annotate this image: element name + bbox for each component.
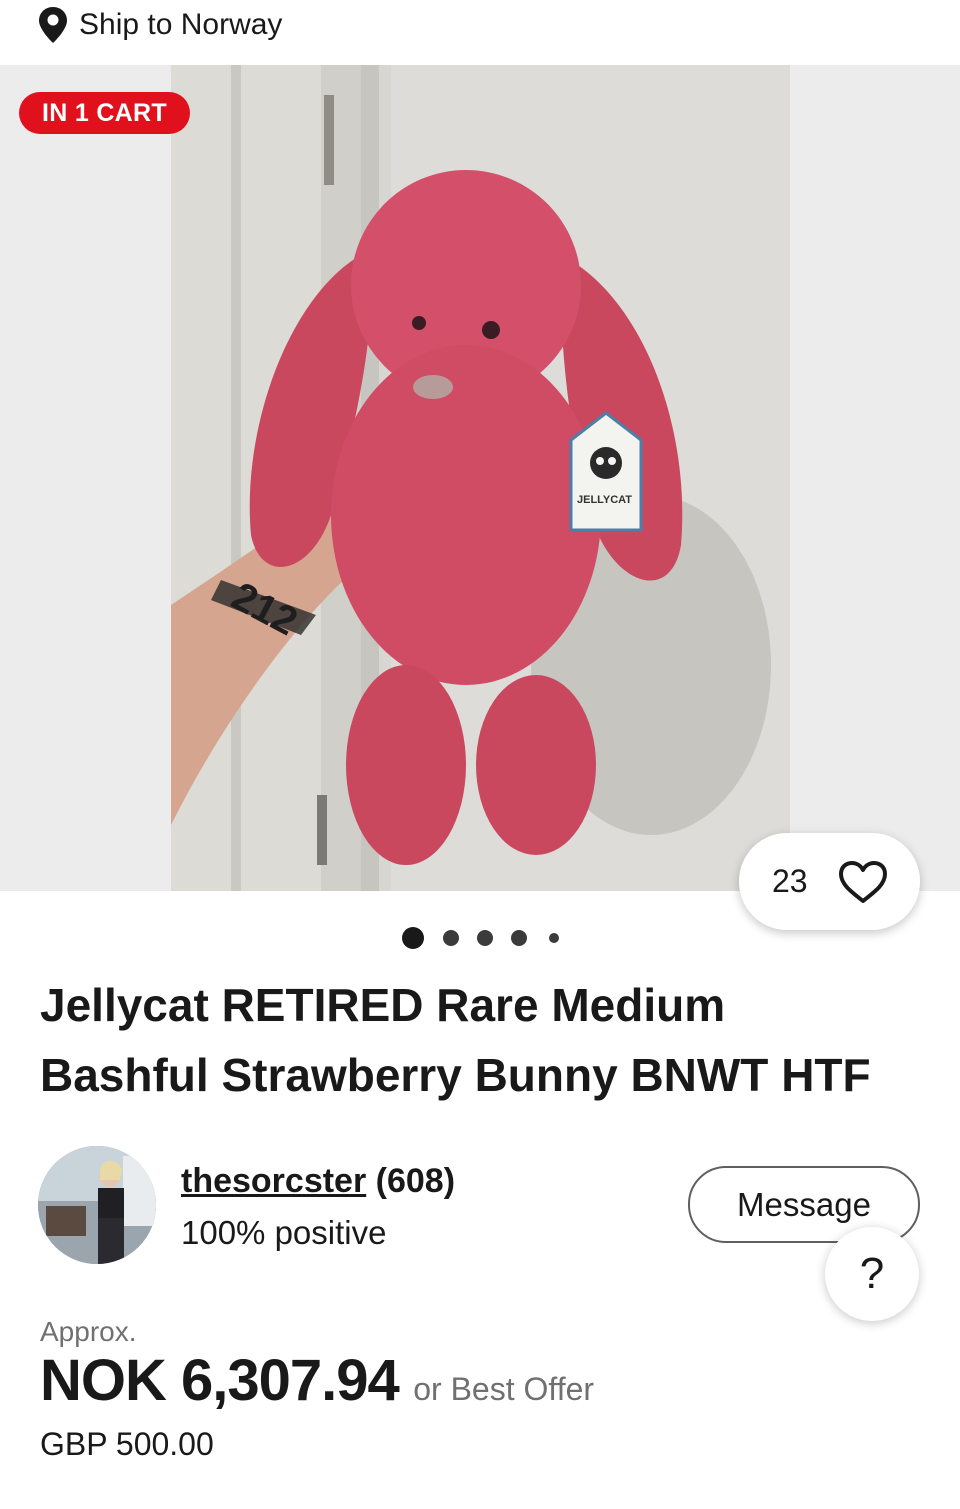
seller-feedback-count: (608) xyxy=(375,1162,456,1200)
watch-count: 23 xyxy=(772,863,808,899)
image-gallery[interactable]: 212 JELLYCAT xyxy=(0,65,960,891)
pagination-dot[interactable] xyxy=(443,930,459,946)
heart-icon xyxy=(839,861,887,903)
best-offer-label: or Best Offer xyxy=(413,1371,595,1407)
original-price: GBP 500.00 xyxy=(40,1426,214,1462)
in-cart-badge: IN 1 CART xyxy=(19,92,190,134)
pagination-dot[interactable] xyxy=(477,930,493,946)
product-photo[interactable]: 212 JELLYCAT xyxy=(171,65,790,891)
title-line-2: Bashful Strawberry Bunny BNWT HTF xyxy=(40,1049,871,1101)
help-button[interactable]: ? xyxy=(825,1227,919,1321)
watch-button[interactable]: 23 xyxy=(739,833,920,930)
pagination-dot[interactable] xyxy=(549,933,559,943)
title-line-1: Jellycat RETIRED Rare Medium xyxy=(40,979,726,1031)
seller-avatar[interactable] xyxy=(38,1146,156,1264)
bunny-photo-illustration: 212 JELLYCAT xyxy=(171,65,790,891)
tag-text: JELLYCAT xyxy=(577,494,632,506)
ship-to-bar[interactable]: Ship to Norway xyxy=(0,0,960,64)
image-pagination xyxy=(0,926,960,950)
price-value: NOK 6,307.94 xyxy=(40,1348,400,1413)
location-pin-icon xyxy=(39,7,67,43)
avatar-image xyxy=(38,1146,156,1264)
ship-to-label: Ship to Norway xyxy=(79,8,283,41)
seller-username-link[interactable]: thesorcster xyxy=(181,1162,366,1200)
seller-positive-rating: 100% positive xyxy=(181,1214,387,1251)
seller-name-row: thesorcster (608) xyxy=(181,1162,455,1201)
listing-title: Jellycat RETIRED Rare Medium Bashful Str… xyxy=(40,970,940,1110)
pagination-dot-active[interactable] xyxy=(402,927,424,949)
price-row: NOK 6,307.94 or Best Offer xyxy=(40,1347,594,1414)
approx-label: Approx. xyxy=(40,1316,137,1347)
pagination-dot[interactable] xyxy=(511,930,527,946)
